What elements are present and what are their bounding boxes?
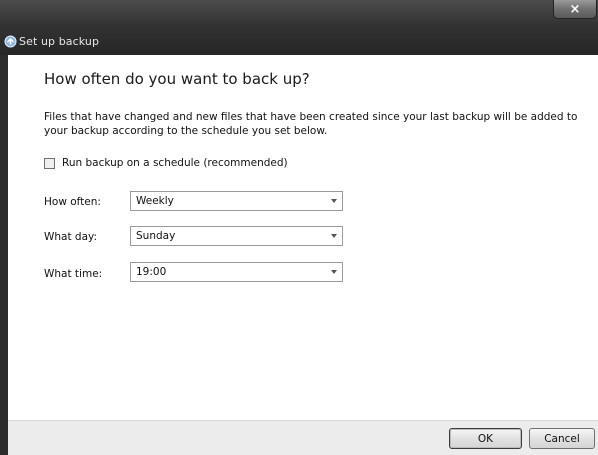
- dialog-content: How often do you want to back up? Files …: [8, 55, 598, 420]
- what-day-select[interactable]: Sunday: [130, 226, 343, 246]
- how-often-value: Weekly: [136, 195, 174, 207]
- what-time-value: 19:00: [136, 266, 167, 278]
- chevron-down-icon: [331, 270, 337, 274]
- cancel-button[interactable]: Cancel: [529, 428, 595, 449]
- how-often-select[interactable]: Weekly: [130, 191, 343, 211]
- chevron-down-icon: [331, 199, 337, 203]
- ok-button[interactable]: OK: [449, 428, 522, 449]
- how-often-label: How often:: [44, 196, 101, 208]
- close-button[interactable]: ×: [553, 0, 597, 19]
- what-time-select[interactable]: 19:00: [130, 262, 343, 282]
- window-frame: Set up backup × How often do you want to…: [0, 0, 598, 455]
- page-title: How often do you want to back up?: [44, 70, 310, 88]
- schedule-checkbox-row[interactable]: Run backup on a schedule (recommended): [44, 157, 288, 169]
- window-title: Set up backup: [19, 35, 100, 48]
- button-bar: OK Cancel: [8, 420, 598, 455]
- page-description: Files that have changed and new files th…: [44, 111, 578, 137]
- title-bar: Set up backup ×: [0, 0, 598, 55]
- what-day-label: What day:: [44, 231, 98, 243]
- backup-app-icon: [3, 34, 17, 48]
- schedule-checkbox[interactable]: [44, 157, 55, 169]
- close-icon: ×: [569, 1, 581, 17]
- what-day-value: Sunday: [136, 230, 176, 242]
- schedule-checkbox-label[interactable]: Run backup on a schedule (recommended): [62, 157, 288, 169]
- chevron-down-icon: [331, 234, 337, 238]
- what-time-label: What time:: [44, 268, 103, 280]
